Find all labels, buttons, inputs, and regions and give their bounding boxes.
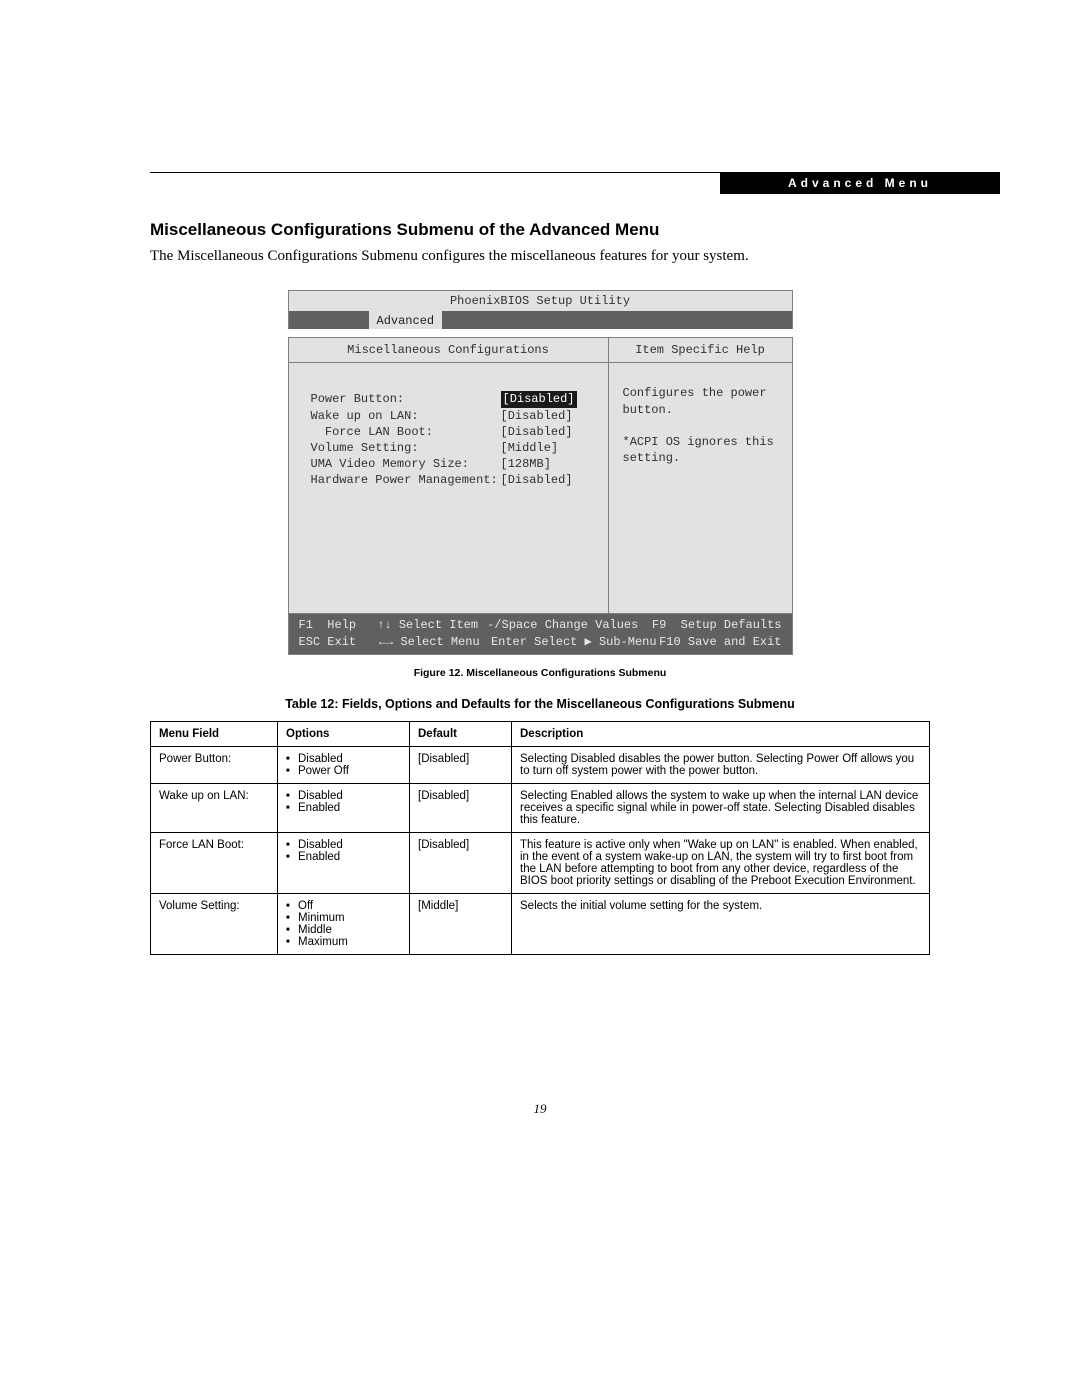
bios-help-pane: Configures the powerbutton. *ACPI OS ign… xyxy=(609,363,792,613)
page-number: 19 xyxy=(0,1101,1080,1117)
bios-option-row: UMA Video Memory Size:[128MB] xyxy=(311,456,594,472)
cell-options: DisabledEnabled xyxy=(278,832,410,893)
table-row: Volume Setting:OffMinimumMiddleMaximum[M… xyxy=(151,893,930,954)
config-table: Menu Field Options Default Description P… xyxy=(150,721,930,955)
table-caption: Table 12: Fields, Options and Defaults f… xyxy=(150,697,930,711)
bios-right-header: Item Specific Help xyxy=(609,338,792,363)
section-heading: Miscellaneous Configurations Submenu of … xyxy=(150,220,930,240)
option-item: Enabled xyxy=(286,851,401,863)
bios-option-label: Wake up on LAN: xyxy=(311,408,501,424)
cell-default: [Disabled] xyxy=(410,832,512,893)
cell-description: Selects the initial volume setting for t… xyxy=(512,893,930,954)
bios-option-value: [Disabled] xyxy=(501,472,573,488)
intro-paragraph: The Miscellaneous Configurations Submenu… xyxy=(150,248,930,265)
bios-footer-row-1: F1 Help ↑↓ Select Item -/Space Change Va… xyxy=(299,617,782,633)
bios-option-value: [Disabled] xyxy=(501,424,573,440)
table-row: Power Button:DisabledPower Off[Disabled]… xyxy=(151,746,930,783)
option-item: Minimum xyxy=(286,912,401,924)
option-item: Maximum xyxy=(286,936,401,948)
bios-tab-bar: Advanced xyxy=(288,311,793,329)
bios-footer-setup-defaults: F9 Setup Defaults xyxy=(652,617,782,633)
th-menu-field: Menu Field xyxy=(151,721,278,746)
bios-option-label: Hardware Power Management: xyxy=(311,472,501,488)
option-item: Off xyxy=(286,900,401,912)
bios-footer-change-values: -/Space Change Values xyxy=(487,617,652,633)
bios-help-line: Configures the power xyxy=(623,385,782,401)
bios-left-header: Miscellaneous Configurations xyxy=(289,338,609,363)
table-row: Force LAN Boot:DisabledEnabled[Disabled]… xyxy=(151,832,930,893)
cell-description: Selecting Enabled allows the system to w… xyxy=(512,783,930,832)
bios-left-col: Miscellaneous Configurations xyxy=(289,338,609,363)
bios-active-tab: Advanced xyxy=(369,311,443,329)
bios-help-line: button. xyxy=(623,402,782,418)
bios-option-value: [Middle] xyxy=(501,440,559,456)
cell-menu-field: Force LAN Boot: xyxy=(151,832,278,893)
cell-menu-field: Wake up on LAN: xyxy=(151,783,278,832)
bios-footer-save-exit: F10 Save and Exit xyxy=(659,634,781,650)
bios-option-label: Force LAN Boot: xyxy=(311,424,501,440)
cell-menu-field: Volume Setting: xyxy=(151,893,278,954)
option-item: Disabled xyxy=(286,790,401,802)
bios-option-row: Volume Setting:[Middle] xyxy=(311,440,594,456)
bios-option-value: [128MB] xyxy=(501,456,551,472)
cell-description: Selecting Disabled disables the power bu… xyxy=(512,746,930,783)
bios-footer-help: F1 Help xyxy=(299,617,378,633)
bios-screenshot: PhoenixBIOS Setup Utility Advanced Misce… xyxy=(288,290,793,655)
bios-option-value: [Disabled] xyxy=(501,391,577,407)
bios-help-line: *ACPI OS ignores this xyxy=(623,434,782,450)
cell-default: [Disabled] xyxy=(410,746,512,783)
option-item: Enabled xyxy=(286,802,401,814)
cell-menu-field: Power Button: xyxy=(151,746,278,783)
bios-option-row: Wake up on LAN:[Disabled] xyxy=(311,408,594,424)
bios-right-col: Item Specific Help xyxy=(609,338,792,363)
bios-option-label: Volume Setting: xyxy=(311,440,501,456)
bios-help-line xyxy=(623,418,782,434)
bios-footer: F1 Help ↑↓ Select Item -/Space Change Va… xyxy=(288,614,793,654)
bios-title: PhoenixBIOS Setup Utility xyxy=(288,290,793,311)
bios-footer-select-item: ↑↓ Select Item xyxy=(377,617,487,633)
bios-option-value: [Disabled] xyxy=(501,408,573,424)
bios-body: Miscellaneous Configurations Item Specif… xyxy=(288,337,793,614)
bios-footer-select-menu: ←→ Select Menu xyxy=(379,634,491,650)
option-item: Power Off xyxy=(286,765,401,777)
bios-options-pane: Power Button:[Disabled]Wake up on LAN:[D… xyxy=(289,363,609,613)
cell-description: This feature is active only when "Wake u… xyxy=(512,832,930,893)
table-row: Wake up on LAN:DisabledEnabled[Disabled]… xyxy=(151,783,930,832)
cell-options: DisabledEnabled xyxy=(278,783,410,832)
bios-option-row: Force LAN Boot:[Disabled] xyxy=(311,424,594,440)
table-header-row: Menu Field Options Default Description xyxy=(151,721,930,746)
cell-options: DisabledPower Off xyxy=(278,746,410,783)
bios-option-label: UMA Video Memory Size: xyxy=(311,456,501,472)
figure-caption: Figure 12. Miscellaneous Configurations … xyxy=(150,667,930,679)
header-tab: Advanced Menu xyxy=(720,173,1000,194)
option-item: Disabled xyxy=(286,753,401,765)
bios-option-label: Power Button: xyxy=(311,391,501,407)
bios-footer-row-2: ESC Exit ←→ Select Menu Enter Select ▶ S… xyxy=(299,634,782,650)
cell-default: [Disabled] xyxy=(410,783,512,832)
th-default: Default xyxy=(410,721,512,746)
bios-option-row: Hardware Power Management:[Disabled] xyxy=(311,472,594,488)
th-description: Description xyxy=(512,721,930,746)
bios-option-row: Power Button:[Disabled] xyxy=(311,391,594,407)
cell-options: OffMinimumMiddleMaximum xyxy=(278,893,410,954)
option-item: Disabled xyxy=(286,839,401,851)
bios-footer-exit: ESC Exit xyxy=(299,634,379,650)
th-options: Options xyxy=(278,721,410,746)
option-item: Middle xyxy=(286,924,401,936)
bios-footer-submenu: Enter Select ▶ Sub-Menu xyxy=(491,634,659,650)
bios-help-line: setting. xyxy=(623,450,782,466)
cell-default: [Middle] xyxy=(410,893,512,954)
